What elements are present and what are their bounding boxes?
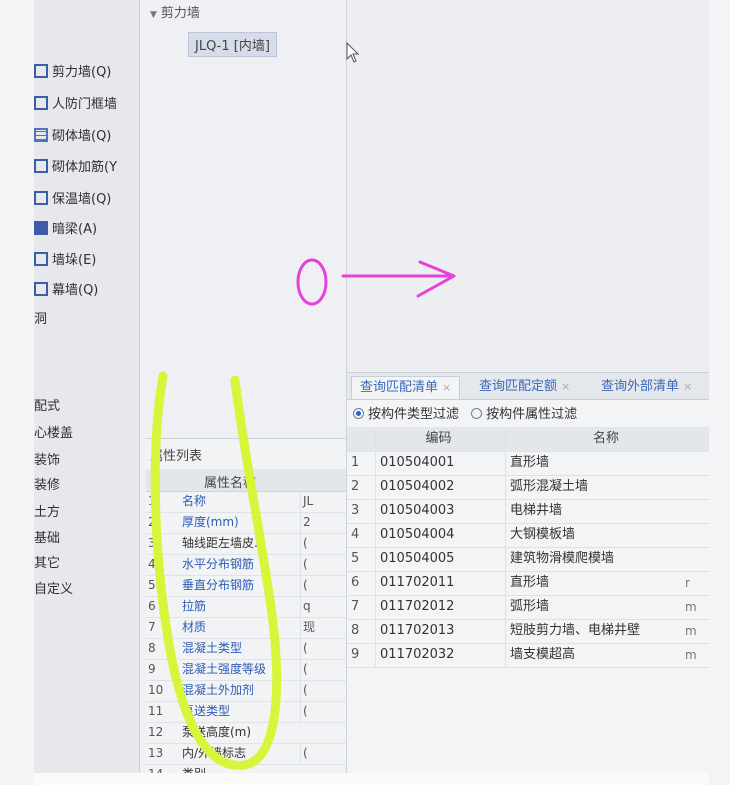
magenta-arrow-head [416, 260, 456, 298]
bottom-margin [34, 773, 709, 785]
annotation-layer [150, 258, 456, 770]
magenta-circle-annotation [296, 258, 328, 306]
yellow-loop-annotation [150, 371, 282, 770]
